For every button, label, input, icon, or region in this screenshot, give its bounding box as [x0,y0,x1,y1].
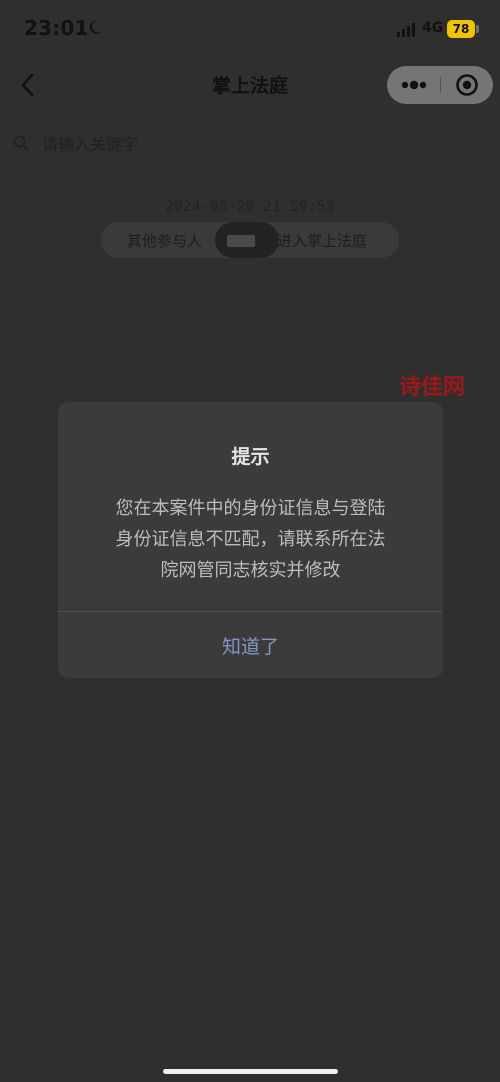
battery-indicator: 78 [447,20,475,38]
alert-title: 提示 [231,446,270,468]
masked-name-block [227,235,255,247]
search-icon [13,135,29,151]
alert-message-line: 身份证信息不匹配，请联系所在法 [115,529,386,550]
header: 掌上法庭 [0,58,500,112]
alert-message-line: 院网管同志核实并修改 [160,560,341,581]
target-icon[interactable] [441,66,493,104]
app-screen: 23:01 4G 78 掌上法庭 请输入关键字 2024-08-20 21:59… [0,0,500,1082]
system-message-right-text: 进入掌上法庭 [277,232,368,250]
alert-dialog: 提示 您在本案件中的身份证信息与登陆 身份证信息不匹配，请联系所在法 院网管同志… [58,402,443,678]
more-icon[interactable] [387,66,440,104]
mini-program-capsule [387,66,493,104]
masked-name [215,222,279,258]
battery-tip [476,25,479,33]
status-bar: 23:01 4G 78 [0,0,500,58]
watermark: 诗佳网 [399,375,466,400]
search-bar [8,125,492,163]
acknowledge-button[interactable]: 知道了 [58,612,443,678]
alert-message-line: 您在本案件中的身份证信息与登陆 [115,498,386,519]
network-label: 4G [422,20,444,36]
signal-icon [397,23,415,37]
home-indicator[interactable] [163,1069,338,1074]
system-message-left-text: 其他参与人 [127,232,203,250]
status-time: 23:01 [24,16,89,40]
search-input[interactable] [42,130,482,158]
alert-message: 您在本案件中的身份证信息与登陆 身份证信息不匹配，请联系所在法 院网管同志核实并… [86,493,415,586]
message-timestamp: 2024-08-20 21:59:53 [165,199,335,215]
moon-icon [89,20,102,34]
system-message-pill: 其他参与人 进入掌上法庭 [101,222,399,258]
